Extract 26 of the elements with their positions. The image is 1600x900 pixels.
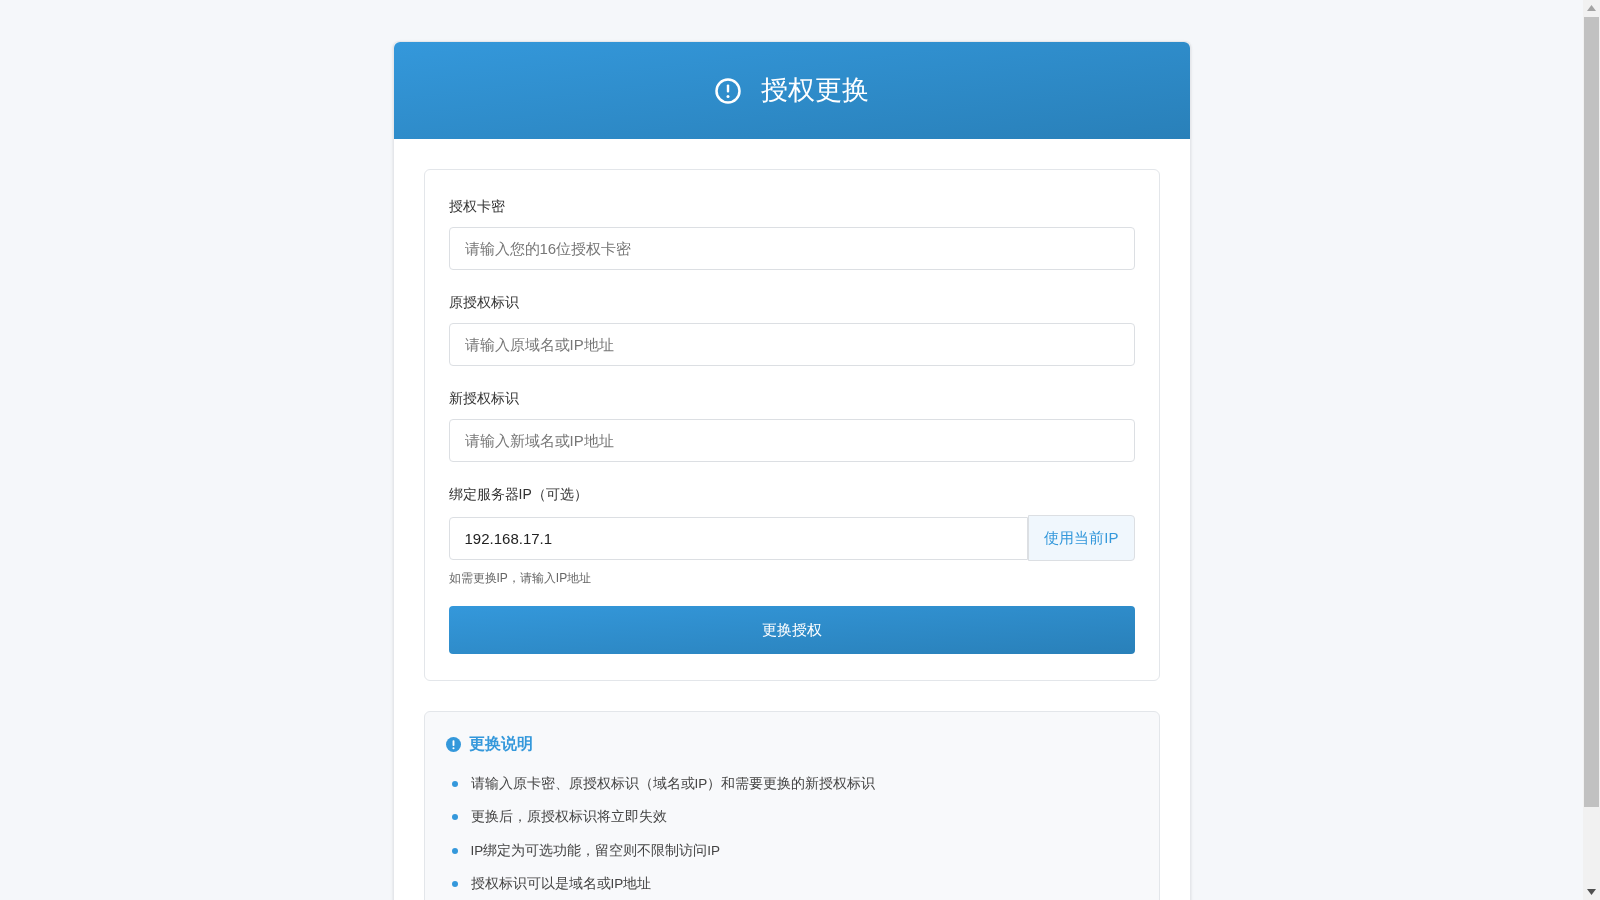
page-title: 授权更换 bbox=[760, 74, 869, 108]
info-icon bbox=[714, 77, 741, 104]
bullet-icon bbox=[451, 781, 458, 788]
field-label: 授权卡密 bbox=[448, 197, 506, 216]
note-text: 授权标识可以是域名或IP地址 bbox=[470, 874, 652, 893]
notes-title: 更换说明 bbox=[468, 734, 533, 754]
info-icon bbox=[445, 736, 461, 752]
submit-button[interactable]: 更换授权 bbox=[448, 606, 1135, 654]
bullet-icon bbox=[451, 847, 458, 854]
text-input[interactable]: 请输入您的16位授权卡密 bbox=[448, 227, 1135, 270]
field-label: 绑定服务器IP（可选） bbox=[448, 485, 589, 504]
field-label: 原授权标识 bbox=[448, 293, 520, 312]
bullet-icon bbox=[451, 880, 458, 887]
ip-input[interactable]: 192.168.17.1 bbox=[448, 516, 1029, 560]
text-input[interactable]: 请输入新域名或IP地址 bbox=[448, 419, 1135, 462]
field-label: 新授权标识 bbox=[448, 389, 520, 408]
hint-text: 如需更换IP，请输入IP地址 bbox=[448, 570, 593, 587]
text-input[interactable]: 请输入原域名或IP地址 bbox=[448, 323, 1135, 366]
note-text: IP绑定为可选功能，留空则不限制访问IP bbox=[470, 841, 720, 860]
bullet-icon bbox=[451, 814, 458, 821]
scrollbar-thumb[interactable] bbox=[1584, 17, 1599, 807]
scroll-up-icon bbox=[1587, 5, 1596, 11]
use-current-ip-button[interactable]: 使用当前IP bbox=[1028, 515, 1135, 561]
scroll-down-icon bbox=[1587, 889, 1596, 895]
note-text: 请输入原卡密、原授权标识（域名或IP）和需要更换的新授权标识 bbox=[470, 775, 876, 793]
note-text: 更换后，原授权标识将立即失效 bbox=[470, 808, 667, 827]
